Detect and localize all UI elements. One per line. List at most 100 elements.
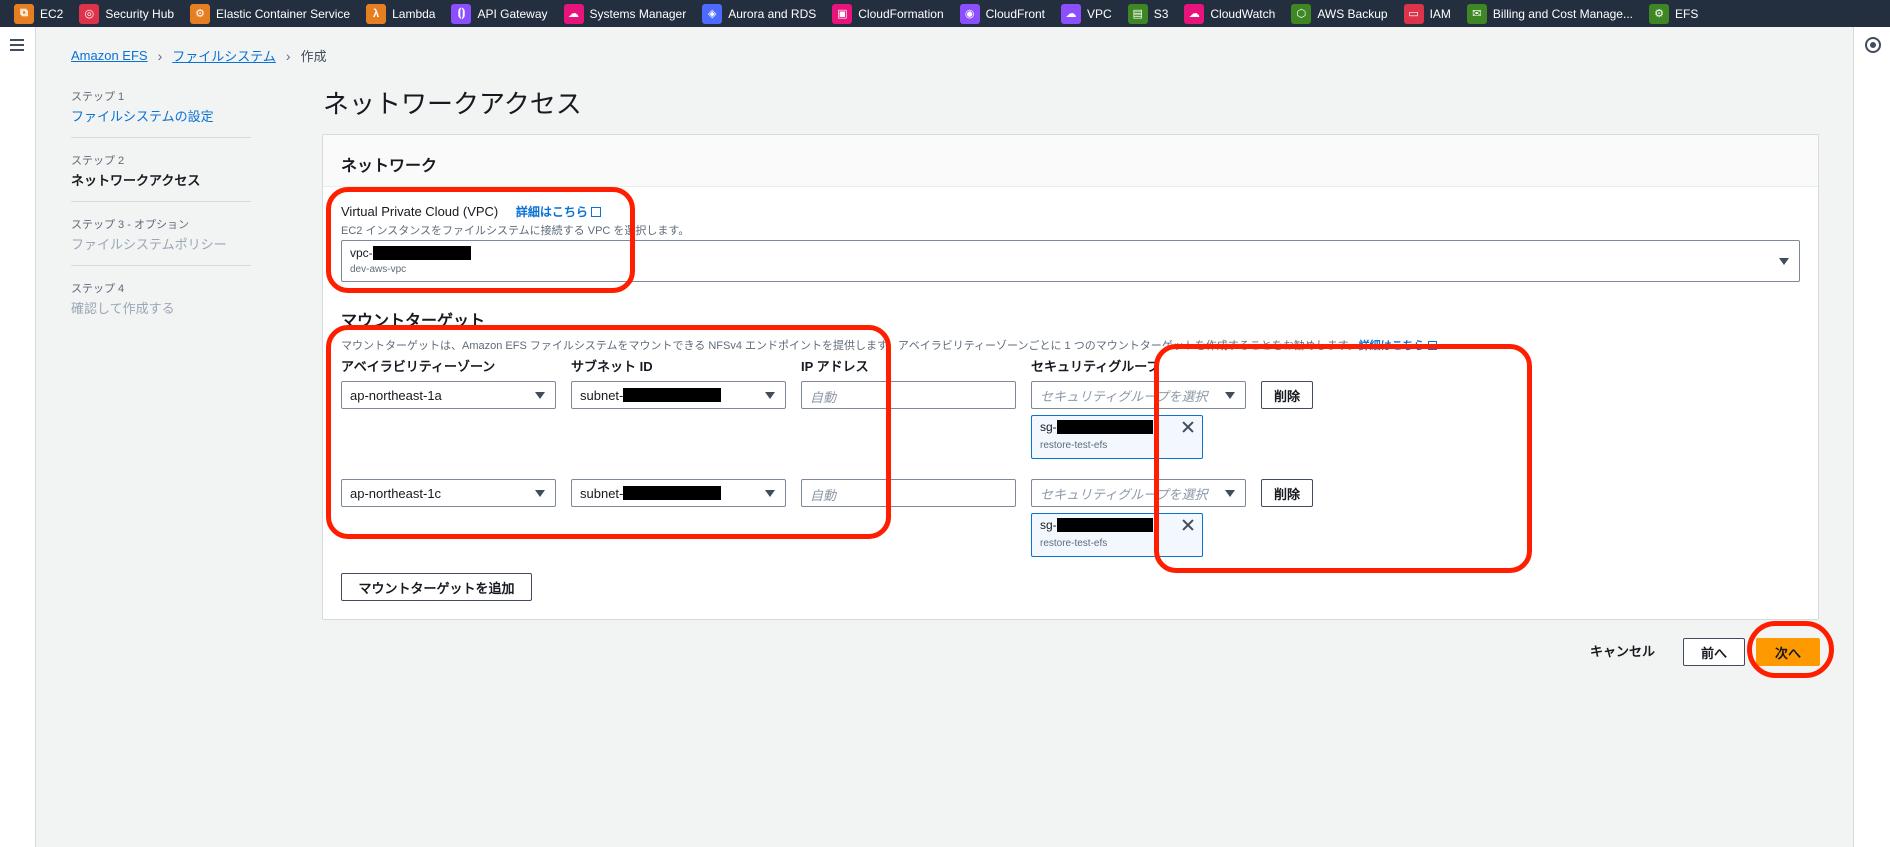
api-gateway-icon: ⦗⦘ [451, 3, 472, 24]
step-link-file-system-settings[interactable]: ファイルシステムの設定 [71, 106, 251, 125]
breadcrumb: Amazon EFS › ファイルシステム › 作成 [71, 46, 327, 65]
favorite-label: EFS [1675, 6, 1699, 21]
systems-manager-icon: ☁ [563, 3, 584, 24]
az-select-row-2[interactable]: ap-northeast-1c [341, 479, 556, 507]
network-header: ネットワーク [323, 135, 1818, 187]
redacted-block [372, 246, 471, 260]
cloudwatch-icon: ☁ [1184, 3, 1205, 24]
breadcrumb-amazon-efs[interactable]: Amazon EFS [71, 48, 148, 63]
backup-icon: ⬡ [1291, 3, 1312, 24]
az-value: ap-northeast-1c [350, 485, 442, 501]
settings-icon[interactable] [1865, 37, 1881, 53]
sg-prefix: sg- [1040, 420, 1057, 434]
favorite-label: S3 [1153, 6, 1169, 21]
subnet-prefix: subnet- [580, 485, 624, 501]
step-number: ステップ 4 [71, 283, 125, 295]
redacted-block [623, 388, 722, 402]
favorite-lambda[interactable]: λ Lambda [366, 3, 436, 24]
sg-placeholder: セキュリティグループを選択 [1040, 486, 1208, 502]
redacted-block [1056, 420, 1153, 434]
side-navigation-rail [0, 27, 36, 847]
favorite-label: Billing and Cost Manage... [1492, 6, 1633, 21]
vpc-label-text: Virtual Private Cloud (VPC) [341, 204, 499, 219]
sg-name: restore-test-efs [1040, 538, 1108, 549]
wizard-step-3: ステップ 3 - オプション ファイルシステムポリシー [71, 216, 251, 266]
next-button[interactable]: 次へ [1756, 638, 1820, 666]
remove-button-row-1[interactable]: 削除 [1261, 381, 1313, 409]
favorite-rds[interactable]: ◈ Aurora and RDS [702, 3, 817, 24]
chevron-right-icon: › [157, 47, 163, 64]
wizard-step-4: ステップ 4 確認して作成する [71, 280, 251, 329]
favorite-label: CloudFormation [858, 6, 944, 21]
favorite-label: API Gateway [477, 6, 548, 21]
vpc-label: Virtual Private Cloud (VPC) 詳細はこちら [341, 203, 601, 220]
s3-icon: ▤ [1127, 3, 1148, 24]
sg-placeholder: セキュリティグループを選択 [1040, 388, 1208, 404]
security-hub-icon: ◎ [79, 3, 100, 24]
step-review-and-create: 確認して作成する [71, 301, 175, 316]
redacted-block [623, 486, 722, 500]
favorite-label: Elastic Container Service [216, 6, 351, 21]
favorite-vpc[interactable]: ☁ VPC [1061, 3, 1112, 24]
vpc-info-link[interactable]: 詳細はこちら [516, 205, 601, 219]
step-current-network-access: ネットワークアクセス [71, 173, 201, 188]
favorite-s3[interactable]: ▤ S3 [1127, 3, 1169, 24]
favorite-efs[interactable]: ⚙ EFS [1649, 3, 1699, 24]
previous-button[interactable]: 前へ [1683, 638, 1745, 666]
favorite-billing[interactable]: ✉ Billing and Cost Manage... [1466, 3, 1633, 24]
az-select-row-1[interactable]: ap-northeast-1a [341, 381, 556, 409]
ip-address-input-row-2[interactable]: 自動 [801, 479, 1016, 507]
breadcrumb-current: 作成 [300, 49, 327, 64]
wizard-steps: ステップ 1 ファイルシステムの設定 ステップ 2 ネットワークアクセス ステッ… [71, 88, 251, 343]
cloudfront-icon: ◉ [959, 3, 980, 24]
wizard-step-2: ステップ 2 ネットワークアクセス [71, 152, 251, 202]
ec2-icon: ⧉ [14, 3, 34, 24]
favorite-cloudwatch[interactable]: ☁ CloudWatch [1184, 3, 1275, 24]
favorite-cloudformation[interactable]: ▣ CloudFormation [832, 3, 944, 24]
favorite-iam[interactable]: ▭ IAM [1403, 3, 1451, 24]
column-header-az: アベイラビリティーゾーン [341, 359, 496, 374]
favorite-cloudfront[interactable]: ◉ CloudFront [959, 3, 1045, 24]
mount-desc-text: マウントターゲットは、Amazon EFS ファイルシステムをマウントできる N… [341, 340, 1359, 352]
caret-down-icon [1779, 258, 1789, 265]
breadcrumb-file-systems[interactable]: ファイルシステム [172, 46, 276, 65]
column-header-ip: IP アドレス [801, 359, 869, 374]
cancel-button[interactable]: キャンセル [1590, 641, 1655, 660]
favorite-ecs[interactable]: ⚙ Elastic Container Service [190, 3, 351, 24]
favorite-label: EC2 [40, 6, 64, 21]
favorite-ec2[interactable]: ⧉ EC2 [14, 3, 64, 24]
cloudformation-icon: ▣ [832, 3, 853, 24]
security-group-select-row-1[interactable]: セキュリティグループを選択 [1031, 381, 1246, 409]
caret-down-icon [1225, 490, 1235, 497]
network-container: ネットワーク Virtual Private Cloud (VPC) 詳細はこち… [322, 134, 1819, 620]
step-number: ステップ 1 [71, 91, 125, 103]
favorite-label: VPC [1087, 6, 1112, 21]
subnet-select-row-1[interactable]: subnet- [571, 381, 786, 409]
favorite-label: Lambda [392, 6, 436, 21]
vpc-select[interactable]: vpc- dev-aws-vpc [341, 240, 1800, 282]
favorite-systems-manager[interactable]: ☁ Systems Manager [563, 3, 686, 24]
favorite-label: Aurora and RDS [728, 6, 817, 21]
favorites-bar: ⧉ EC2 ◎ Security Hub ⚙ Elastic Container Serv… [0, 0, 1890, 27]
security-group-select-row-2[interactable]: セキュリティグループを選択 [1031, 479, 1246, 507]
favorite-security-hub[interactable]: ◎ Security Hub [79, 3, 174, 24]
favorite-backup[interactable]: ⬡ AWS Backup [1291, 3, 1388, 24]
external-link-icon [1427, 341, 1437, 350]
close-icon[interactable] [1182, 519, 1194, 531]
close-icon[interactable] [1182, 421, 1194, 433]
subnet-select-row-2[interactable]: subnet- [571, 479, 786, 507]
mount-targets-title: マウントターゲット [341, 313, 486, 330]
vpc-icon: ☁ [1061, 3, 1082, 24]
remove-button-row-2[interactable]: 削除 [1261, 479, 1313, 507]
external-link-icon [590, 207, 601, 217]
ip-address-input-row-1[interactable]: 自動 [801, 381, 1016, 409]
security-group-token-row-2: sg- restore-test-efs [1031, 513, 1203, 557]
add-mount-target-button[interactable]: マウントターゲットを追加 [341, 573, 532, 601]
mount-targets-description: マウントターゲットは、Amazon EFS ファイルシステムをマウントできる N… [341, 337, 1437, 353]
favorite-api-gateway[interactable]: ⦗⦘ API Gateway [451, 3, 548, 24]
mount-info-link[interactable]: 詳細はこちら [1359, 340, 1425, 352]
favorite-label: AWS Backup [1317, 6, 1388, 21]
redacted-block [1056, 518, 1153, 532]
vpc-description: EC2 インスタンスをファイルシステムに接続する VPC を選択します。 [341, 225, 690, 237]
menu-icon[interactable] [10, 39, 24, 51]
